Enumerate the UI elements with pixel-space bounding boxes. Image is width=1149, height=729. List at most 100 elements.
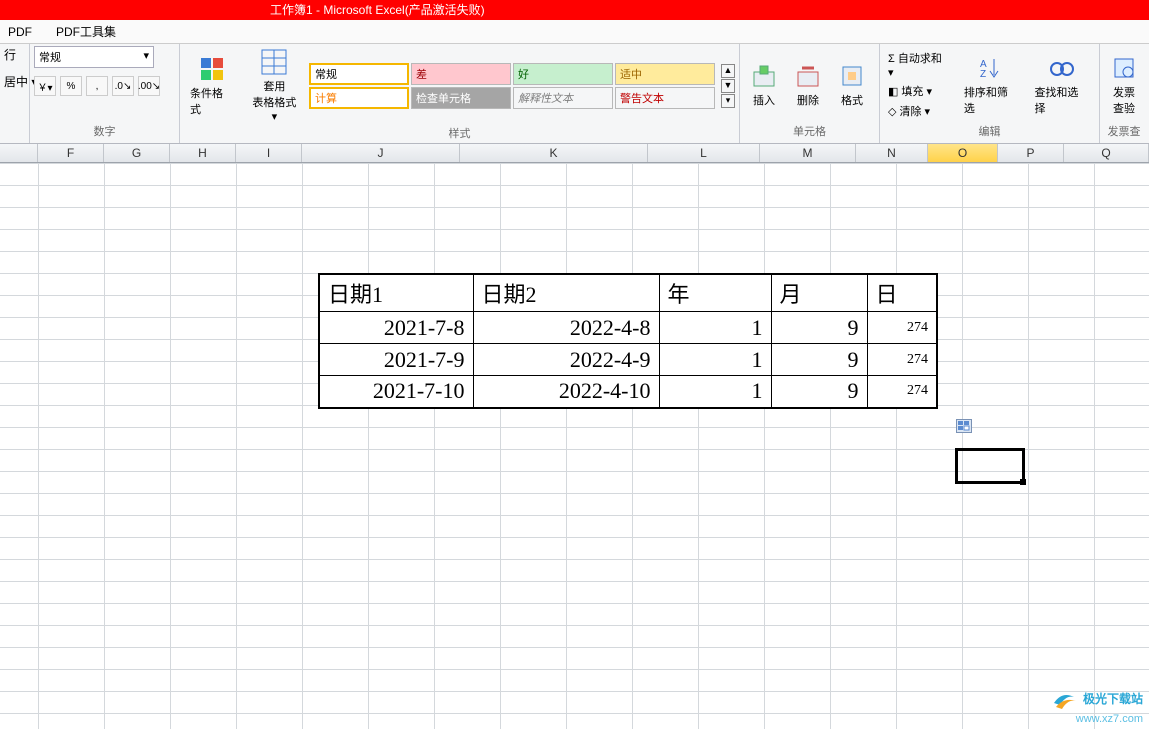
column-header-I[interactable]: I xyxy=(236,144,302,162)
column-header-Q[interactable]: Q xyxy=(1064,144,1149,162)
cell-date2[interactable]: 2022-4-9 xyxy=(473,344,659,376)
conditional-format-label: 条件格式 xyxy=(190,85,234,117)
percent-button[interactable]: % xyxy=(60,76,82,96)
gallery-down-icon[interactable]: ▼ xyxy=(721,79,735,93)
column-header-N[interactable]: N xyxy=(856,144,928,162)
column-header-O[interactable]: O xyxy=(928,144,998,162)
number-format-dropdown[interactable]: 常规 ▾ xyxy=(34,46,154,68)
column-header-M[interactable]: M xyxy=(760,144,856,162)
cell-month[interactable]: 9 xyxy=(771,344,867,376)
format-as-table-label: 套用 表格格式▾ xyxy=(250,78,299,123)
watermark: 极光下载站 www.xz7.com xyxy=(1052,689,1143,725)
style-check-cell[interactable]: 检查单元格 xyxy=(411,87,511,109)
header-year[interactable]: 年 xyxy=(659,274,771,312)
style-neutral[interactable]: 适中 xyxy=(615,63,715,85)
autofill-options-button[interactable] xyxy=(956,419,972,433)
cell-day[interactable]: 274 xyxy=(867,344,937,376)
delete-label: 删除 xyxy=(797,92,819,108)
invoice-check-button[interactable]: 发票 查验 xyxy=(1104,52,1144,118)
column-header-L[interactable]: L xyxy=(648,144,760,162)
autosum-button[interactable]: Σ 自动求和 ▾ xyxy=(884,49,954,80)
insert-cells-button[interactable]: 插入 xyxy=(744,60,784,110)
header-month[interactable]: 月 xyxy=(771,274,867,312)
binoculars-icon xyxy=(1048,54,1076,82)
cell-day[interactable]: 274 xyxy=(867,312,937,344)
cell-date1[interactable]: 2021-7-8 xyxy=(319,312,473,344)
selected-cell-outline[interactable] xyxy=(955,448,1025,484)
header-date1[interactable]: 日期1 xyxy=(319,274,473,312)
cell-year[interactable]: 1 xyxy=(659,344,771,376)
table-row[interactable]: 2021-7-10 2022-4-10 1 9 274 xyxy=(319,376,937,408)
comma-button[interactable]: , xyxy=(86,76,108,96)
find-select-button[interactable]: 查找和选择 xyxy=(1028,52,1095,118)
menu-pdf[interactable]: PDF xyxy=(2,23,38,41)
header-day[interactable]: 日 xyxy=(867,274,937,312)
column-header-G[interactable]: G xyxy=(104,144,170,162)
sort-filter-button[interactable]: AZ 排序和筛选 xyxy=(958,52,1025,118)
column-header-F[interactable]: F xyxy=(38,144,104,162)
data-table: 日期1 日期2 年 月 日 2021-7-8 2022-4-8 1 9 274 … xyxy=(318,273,938,409)
style-normal[interactable]: 常规 xyxy=(309,63,409,85)
fill-label: 填充 ▾ xyxy=(901,83,932,99)
column-header-H[interactable]: H xyxy=(170,144,236,162)
watermark-url: www.xz7.com xyxy=(1076,713,1143,725)
style-explain[interactable]: 解释性文本 xyxy=(513,87,613,109)
table-header-row[interactable]: 日期1 日期2 年 月 日 xyxy=(319,274,937,312)
cell-month[interactable]: 9 xyxy=(771,376,867,408)
insert-icon xyxy=(750,62,778,90)
table-icon xyxy=(260,48,288,76)
watermark-brand: 极光下载站 xyxy=(1083,692,1143,706)
menu-bar: PDF PDF工具集 xyxy=(0,20,1149,44)
cell-year[interactable]: 1 xyxy=(659,312,771,344)
column-headers[interactable]: FGHIJKLMNOPQ xyxy=(0,144,1149,163)
number-format-value: 常规 xyxy=(39,52,61,64)
gallery-up-icon[interactable]: ▲ xyxy=(721,64,735,78)
header-date2[interactable]: 日期2 xyxy=(473,274,659,312)
style-warn[interactable]: 警告文本 xyxy=(615,87,715,109)
cell-date2[interactable]: 2022-4-8 xyxy=(473,312,659,344)
table-row[interactable]: 2021-7-8 2022-4-8 1 9 274 xyxy=(319,312,937,344)
insert-label: 插入 xyxy=(753,92,775,108)
decrease-decimal-button[interactable]: .00↘ xyxy=(138,76,160,96)
format-cells-button[interactable]: 格式 xyxy=(832,60,872,110)
table-row[interactable]: 2021-7-9 2022-4-9 1 9 274 xyxy=(319,344,937,376)
invoice-group-label: 发票查 xyxy=(1104,123,1144,141)
currency-button[interactable]: ￥▾ xyxy=(34,76,56,96)
style-calc[interactable]: 计算 xyxy=(309,87,409,109)
cell-year[interactable]: 1 xyxy=(659,376,771,408)
watermark-logo-icon xyxy=(1052,689,1078,711)
delete-icon xyxy=(794,62,822,90)
editing-group-label: 编辑 xyxy=(884,123,1095,141)
sort-label: 排序和筛选 xyxy=(964,84,1019,116)
sort-icon: AZ xyxy=(977,54,1005,82)
cell-day[interactable]: 274 xyxy=(867,376,937,408)
style-good[interactable]: 好 xyxy=(513,63,613,85)
format-as-table-button[interactable]: 套用 表格格式▾ xyxy=(244,46,305,125)
fill-button[interactable]: ◧填充 ▾ xyxy=(884,82,954,100)
cell-date2[interactable]: 2022-4-10 xyxy=(473,376,659,408)
window-titlebar: 工作簿1 - Microsoft Excel(产品激活失败) xyxy=(0,0,1149,20)
invoice-icon xyxy=(1110,54,1138,82)
conditional-format-button[interactable]: 条件格式 xyxy=(184,53,240,119)
fill-icon: ◧ xyxy=(888,85,898,98)
format-icon xyxy=(838,62,866,90)
cell-styles-gallery[interactable]: 常规 差 好 适中 计算 检查单元格 解释性文本 警告文本 xyxy=(309,63,715,109)
column-header-edge xyxy=(0,144,38,162)
wrap-text-partial[interactable]: 行 xyxy=(4,46,16,63)
number-group-label: 数字 xyxy=(34,123,175,141)
column-header-K[interactable]: K xyxy=(460,144,648,162)
delete-cells-button[interactable]: 删除 xyxy=(788,60,828,110)
style-bad[interactable]: 差 xyxy=(411,63,511,85)
conditional-format-icon xyxy=(198,55,226,83)
invoice-label: 发票 查验 xyxy=(1113,84,1135,116)
cell-month[interactable]: 9 xyxy=(771,312,867,344)
cell-date1[interactable]: 2021-7-10 xyxy=(319,376,473,408)
menu-pdf-tools[interactable]: PDF工具集 xyxy=(50,21,122,42)
gallery-more-icon[interactable]: ▾ xyxy=(721,94,735,108)
increase-decimal-button[interactable]: .0↘ xyxy=(112,76,134,96)
column-header-P[interactable]: P xyxy=(998,144,1064,162)
clear-button[interactable]: ◇清除 ▾ xyxy=(884,102,954,120)
column-header-J[interactable]: J xyxy=(302,144,460,162)
cell-date1[interactable]: 2021-7-9 xyxy=(319,344,473,376)
spreadsheet-grid[interactable]: 日期1 日期2 年 月 日 2021-7-8 2022-4-8 1 9 274 … xyxy=(0,163,1149,729)
